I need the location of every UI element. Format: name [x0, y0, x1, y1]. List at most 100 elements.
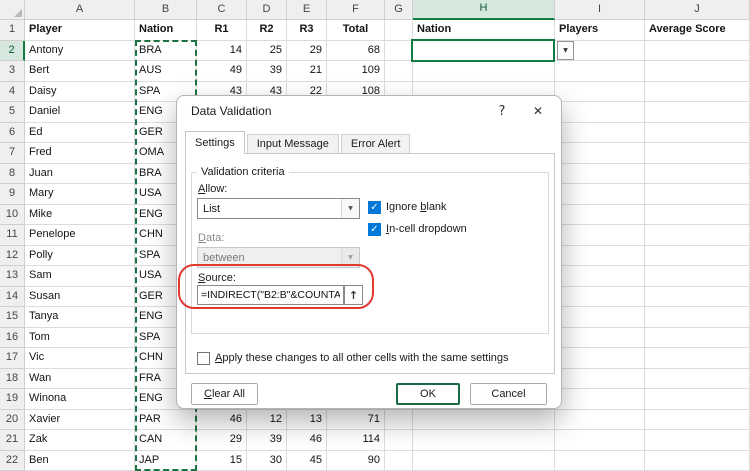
cell-J4[interactable] — [645, 82, 750, 103]
row-header-8[interactable]: 8 — [0, 164, 25, 185]
cell-J1[interactable]: Average Score — [645, 20, 750, 41]
cell-I10[interactable] — [555, 205, 645, 226]
cell-I5[interactable] — [555, 102, 645, 123]
row-header-18[interactable]: 18 — [0, 369, 25, 390]
column-header-I[interactable]: I — [555, 0, 645, 20]
cell-J10[interactable] — [645, 205, 750, 226]
cell-A15[interactable]: Tanya — [25, 307, 135, 328]
cell-J3[interactable] — [645, 61, 750, 82]
cell-E2[interactable]: 29 — [287, 41, 327, 62]
cell-A11[interactable]: Penelope — [25, 225, 135, 246]
cell-I8[interactable] — [555, 164, 645, 185]
cell-B3[interactable]: AUS — [135, 61, 197, 82]
cell-F3[interactable]: 109 — [327, 61, 385, 82]
cell-A1[interactable]: Player — [25, 20, 135, 41]
row-header-17[interactable]: 17 — [0, 348, 25, 369]
cell-I12[interactable] — [555, 246, 645, 267]
cell-J7[interactable] — [645, 143, 750, 164]
cell-B1[interactable]: Nation — [135, 20, 197, 41]
cell-J6[interactable] — [645, 123, 750, 144]
cell-C3[interactable]: 49 — [197, 61, 247, 82]
row-header-12[interactable]: 12 — [0, 246, 25, 267]
cell-J8[interactable] — [645, 164, 750, 185]
cell-C21[interactable]: 29 — [197, 430, 247, 451]
cell-G2[interactable] — [385, 41, 413, 62]
row-header-5[interactable]: 5 — [0, 102, 25, 123]
tab-error-alert[interactable]: Error Alert — [341, 134, 411, 154]
cell-A3[interactable]: Bert — [25, 61, 135, 82]
cell-E1[interactable]: R3 — [287, 20, 327, 41]
cell-D20[interactable]: 12 — [247, 410, 287, 431]
cell-I17[interactable] — [555, 348, 645, 369]
cell-A10[interactable]: Mike — [25, 205, 135, 226]
cell-J2[interactable] — [645, 41, 750, 62]
cell-I20[interactable] — [555, 410, 645, 431]
cell-I3[interactable] — [555, 61, 645, 82]
cell-I14[interactable] — [555, 287, 645, 308]
row-header-20[interactable]: 20 — [0, 410, 25, 431]
cell-E22[interactable]: 45 — [287, 451, 327, 471]
allow-dropdown[interactable]: List ▼ — [197, 198, 360, 219]
cell-J19[interactable] — [645, 389, 750, 410]
cell-E21[interactable]: 46 — [287, 430, 327, 451]
cell-B21[interactable]: CAN — [135, 430, 197, 451]
cell-D22[interactable]: 30 — [247, 451, 287, 471]
cell-I16[interactable] — [555, 328, 645, 349]
cell-J21[interactable] — [645, 430, 750, 451]
cell-C1[interactable]: R1 — [197, 20, 247, 41]
help-icon[interactable]: ? — [485, 97, 519, 125]
cell-A19[interactable]: Winona — [25, 389, 135, 410]
cell-J14[interactable] — [645, 287, 750, 308]
column-header-A[interactable]: A — [25, 0, 135, 20]
cell-J16[interactable] — [645, 328, 750, 349]
cell-A4[interactable]: Daisy — [25, 82, 135, 103]
row-header-11[interactable]: 11 — [0, 225, 25, 246]
cell-I13[interactable] — [555, 266, 645, 287]
row-header-22[interactable]: 22 — [0, 451, 25, 471]
cell-D3[interactable]: 39 — [247, 61, 287, 82]
cell-D2[interactable]: 25 — [247, 41, 287, 62]
column-header-H[interactable]: H — [413, 0, 555, 20]
cell-F2[interactable]: 68 — [327, 41, 385, 62]
row-header-15[interactable]: 15 — [0, 307, 25, 328]
cell-I21[interactable] — [555, 430, 645, 451]
cell-I7[interactable] — [555, 143, 645, 164]
cell-F22[interactable]: 90 — [327, 451, 385, 471]
cell-H20[interactable] — [413, 410, 555, 431]
cell-F20[interactable]: 71 — [327, 410, 385, 431]
cell-A18[interactable]: Wan — [25, 369, 135, 390]
row-header-9[interactable]: 9 — [0, 184, 25, 205]
column-header-B[interactable]: B — [135, 0, 197, 20]
cell-J13[interactable] — [645, 266, 750, 287]
cell-B22[interactable]: JAP — [135, 451, 197, 471]
cell-E20[interactable]: 13 — [287, 410, 327, 431]
range-picker-icon[interactable]: ↑ — [344, 285, 363, 305]
cell-B20[interactable]: PAR — [135, 410, 197, 431]
cell-A14[interactable]: Susan — [25, 287, 135, 308]
cell-I15[interactable] — [555, 307, 645, 328]
chevron-down-icon[interactable]: ▼ — [341, 199, 359, 218]
row-header-14[interactable]: 14 — [0, 287, 25, 308]
column-header-G[interactable]: G — [385, 0, 413, 20]
cell-A5[interactable]: Daniel — [25, 102, 135, 123]
cell-I9[interactable] — [555, 184, 645, 205]
cancel-button[interactable]: Cancel — [470, 383, 547, 405]
cell-J20[interactable] — [645, 410, 750, 431]
column-header-J[interactable]: J — [645, 0, 750, 20]
clear-all-button[interactable]: Clear All — [191, 383, 258, 405]
apply-all-checkbox[interactable] — [197, 352, 210, 365]
cell-J22[interactable] — [645, 451, 750, 471]
cell-A21[interactable]: Zak — [25, 430, 135, 451]
cell-C22[interactable]: 15 — [197, 451, 247, 471]
cell-A6[interactable]: Ed — [25, 123, 135, 144]
row-header-1[interactable]: 1 — [0, 20, 25, 41]
cell-A2[interactable]: Antony — [25, 41, 135, 62]
cell-H2[interactable] — [413, 41, 555, 62]
cell-A16[interactable]: Tom — [25, 328, 135, 349]
cell-A13[interactable]: Sam — [25, 266, 135, 287]
cell-A8[interactable]: Juan — [25, 164, 135, 185]
cell-J18[interactable] — [645, 369, 750, 390]
cell-J9[interactable] — [645, 184, 750, 205]
row-header-16[interactable]: 16 — [0, 328, 25, 349]
cell-A7[interactable]: Fred — [25, 143, 135, 164]
